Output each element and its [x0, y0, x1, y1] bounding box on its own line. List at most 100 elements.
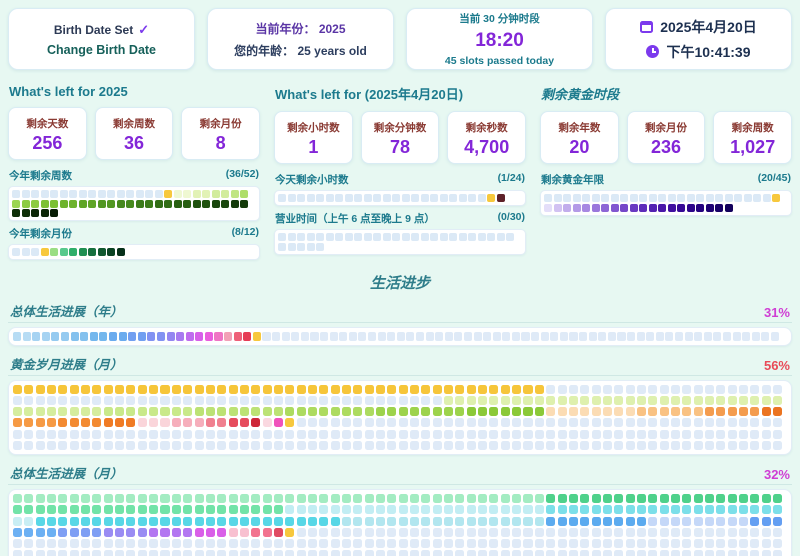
progress-cell	[489, 539, 498, 548]
progress-cell	[70, 528, 79, 537]
progress-cell	[285, 418, 294, 427]
progress-cell	[592, 396, 601, 405]
stat-value: 1	[277, 138, 350, 156]
progress-cell	[183, 418, 192, 427]
progress-cell	[217, 396, 226, 405]
progress-cell	[297, 396, 306, 405]
progress-cell	[107, 200, 115, 208]
progress-cell	[342, 385, 351, 394]
progress-cell	[297, 233, 305, 241]
progress-cell	[326, 194, 334, 202]
progress-cell	[183, 528, 192, 537]
stat-label: 剩余周数	[716, 120, 789, 135]
progress-cell	[614, 494, 623, 503]
progress-cell	[262, 332, 270, 341]
progress-cell	[285, 494, 294, 503]
progress-cell	[445, 332, 453, 341]
progress-cell	[626, 407, 635, 416]
progress-cell	[13, 396, 22, 405]
progress-cell	[512, 430, 521, 439]
progress-cell	[546, 539, 555, 548]
progress-cell	[546, 385, 555, 394]
progress-cell	[22, 190, 30, 198]
progress-cell	[345, 233, 353, 241]
progress-cell	[668, 204, 676, 212]
progress-cell	[138, 407, 147, 416]
progress-cell	[626, 396, 635, 405]
progress-cell	[383, 233, 391, 241]
stat-label: 剩余分钟数	[364, 120, 437, 135]
progress-cell	[342, 528, 351, 537]
progress-cell	[217, 418, 226, 427]
hours-bar-label: 今天剩余小时数 (1/24)	[275, 172, 525, 187]
progress-cell	[501, 385, 510, 394]
progress-cell	[251, 430, 260, 439]
progress-cell	[546, 418, 555, 427]
progress-cell	[240, 385, 249, 394]
progress-cell	[433, 396, 442, 405]
progress-cell	[149, 407, 158, 416]
progress-cell	[603, 441, 612, 450]
progress-cell	[558, 407, 567, 416]
progress-cell	[648, 396, 657, 405]
progress-cell	[58, 441, 67, 450]
progress-cell	[36, 494, 45, 503]
progress-cell	[433, 528, 442, 537]
progress-cell	[512, 517, 521, 526]
progress-cell	[354, 194, 362, 202]
progress-cell	[378, 332, 386, 341]
progress-cell	[376, 396, 385, 405]
progress-cell	[331, 517, 340, 526]
bar-count: (20/45)	[758, 172, 791, 187]
progress-cell	[12, 248, 20, 256]
progress-cell	[694, 418, 703, 427]
stat-value: 78	[364, 138, 437, 156]
progress-cell	[558, 385, 567, 394]
progress-cell	[705, 396, 714, 405]
progress-cell	[611, 194, 619, 202]
progress-cell	[580, 528, 589, 537]
progress-cell	[308, 550, 317, 556]
progress-cell	[206, 539, 215, 548]
progress-cell	[251, 517, 260, 526]
progress-cell	[251, 528, 260, 537]
weeks-progress-grid	[8, 186, 260, 221]
progress-cell	[285, 550, 294, 556]
progress-cell	[671, 494, 680, 503]
calendar-icon	[640, 21, 653, 33]
progress-cell	[648, 517, 657, 526]
progress-cell	[649, 194, 657, 202]
progress-cell	[353, 441, 362, 450]
progress-cell	[274, 550, 283, 556]
progress-cell	[31, 200, 39, 208]
hours-progress-grid	[274, 190, 526, 206]
progress-cell	[762, 539, 771, 548]
progress-cell	[115, 441, 124, 450]
progress-cell	[637, 430, 646, 439]
square-row	[13, 505, 787, 514]
progress-cell	[308, 528, 317, 537]
stat-value: 4,700	[450, 138, 523, 156]
change-birth-date-button[interactable]: Change Birth Date	[47, 43, 156, 57]
progress-cell	[297, 494, 306, 503]
progress-cell	[682, 550, 691, 556]
progress-cell	[42, 332, 50, 341]
progress-cell	[345, 194, 353, 202]
progress-cell	[592, 441, 601, 450]
progress-cell	[660, 430, 669, 439]
progress-cell	[308, 539, 317, 548]
progress-cell	[716, 550, 725, 556]
stat-label: 剩余周数	[98, 116, 171, 131]
progress-cell	[193, 190, 201, 198]
progress-cell	[24, 418, 33, 427]
progress-cell	[497, 233, 505, 241]
progress-cell	[773, 441, 782, 450]
progress-cell	[563, 204, 571, 212]
progress-cell	[364, 194, 372, 202]
progress-cell	[342, 539, 351, 548]
progress-cell	[263, 407, 272, 416]
progress-cell	[762, 441, 771, 450]
weeks-bar-label: 今年剩余周数 (36/52)	[9, 168, 259, 183]
progress-cell	[368, 332, 376, 341]
progress-cell	[307, 243, 315, 251]
